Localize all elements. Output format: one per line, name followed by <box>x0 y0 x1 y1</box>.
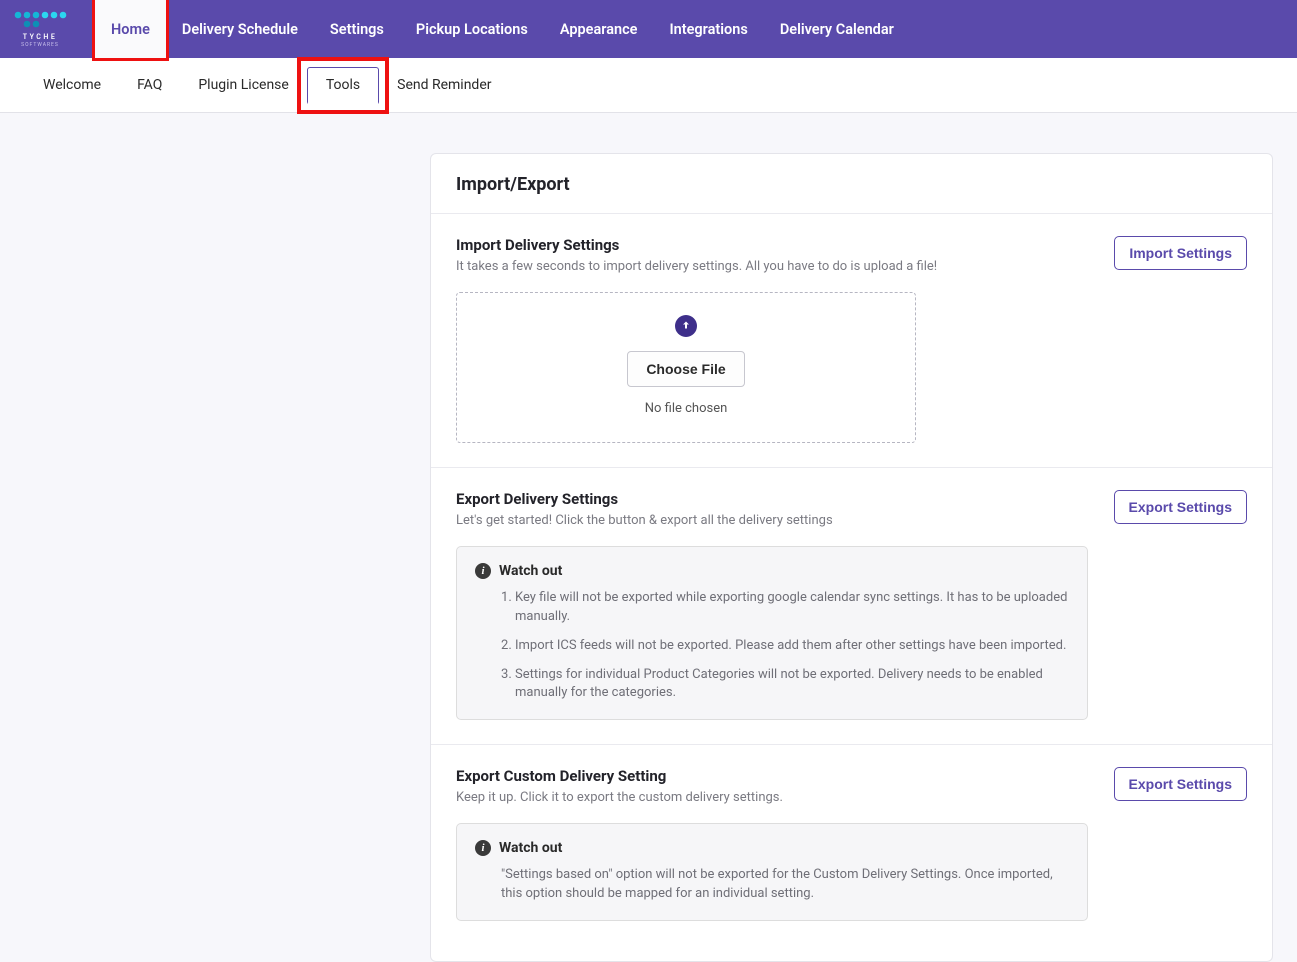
subnav-send-reminder[interactable]: Send Reminder <box>379 68 509 102</box>
info-icon: i <box>475 563 491 579</box>
import-section: Import Delivery Settings It takes a few … <box>431 214 1272 468</box>
export-title: Export Delivery Settings <box>456 490 1094 508</box>
export-warning-box: i Watch out Key file will not be exporte… <box>456 546 1088 720</box>
file-dropzone[interactable]: Choose File No file chosen <box>456 292 916 443</box>
export-custom-warning-box: i Watch out "Settings based on" option w… <box>456 823 1088 921</box>
nav-item-delivery-schedule[interactable]: Delivery Schedule <box>166 0 314 58</box>
brand-logo: TYCHE SOFTWARES <box>13 10 67 48</box>
import-settings-button[interactable]: Import Settings <box>1114 236 1247 270</box>
export-custom-watch-text: "Settings based on" option will not be e… <box>475 866 1069 904</box>
primary-nav-items: Home Delivery Schedule Settings Pickup L… <box>95 0 910 58</box>
export-custom-desc: Keep it up. Click it to export the custo… <box>456 790 1094 805</box>
nav-item-appearance[interactable]: Appearance <box>544 0 654 58</box>
subnav-plugin-license[interactable]: Plugin License <box>180 68 307 102</box>
nav-item-delivery-calendar[interactable]: Delivery Calendar <box>764 0 910 58</box>
brand-name: TYCHE <box>23 33 58 41</box>
nav-item-home[interactable]: Home <box>95 0 166 58</box>
secondary-nav: Welcome FAQ Plugin License Tools Send Re… <box>0 58 1297 113</box>
export-watch-item: Import ICS feeds will not be exported. P… <box>515 637 1069 656</box>
no-file-label: No file chosen <box>645 401 728 416</box>
brand-dots-icon <box>13 10 67 32</box>
export-watch-item: Settings for individual Product Categori… <box>515 666 1069 704</box>
export-watch-title: Watch out <box>499 563 562 579</box>
nav-item-integrations[interactable]: Integrations <box>653 0 763 58</box>
content-area: Import/Export Import Delivery Settings I… <box>0 113 1297 962</box>
export-watch-item: Key file will not be exported while expo… <box>515 589 1069 627</box>
upload-icon <box>675 315 697 337</box>
subnav-tools[interactable]: Tools <box>307 67 379 104</box>
primary-nav: TYCHE SOFTWARES Home Delivery Schedule S… <box>0 0 1297 58</box>
export-custom-settings-button[interactable]: Export Settings <box>1114 767 1247 801</box>
subnav-welcome[interactable]: Welcome <box>25 68 119 102</box>
export-settings-button[interactable]: Export Settings <box>1114 490 1247 524</box>
info-icon: i <box>475 840 491 856</box>
subnav-faq[interactable]: FAQ <box>119 68 180 102</box>
export-custom-title: Export Custom Delivery Setting <box>456 767 1094 785</box>
export-custom-watch-title: Watch out <box>499 840 562 856</box>
export-custom-section: Export Custom Delivery Setting Keep it u… <box>431 745 1272 961</box>
choose-file-button[interactable]: Choose File <box>627 351 744 387</box>
nav-item-pickup-locations[interactable]: Pickup Locations <box>400 0 544 58</box>
import-export-card: Import/Export Import Delivery Settings I… <box>430 153 1273 962</box>
export-section: Export Delivery Settings Let's get start… <box>431 468 1272 745</box>
nav-item-settings[interactable]: Settings <box>314 0 400 58</box>
import-desc: It takes a few seconds to import deliver… <box>456 259 1094 274</box>
import-title: Import Delivery Settings <box>456 236 1094 254</box>
export-desc: Let's get started! Click the button & ex… <box>456 513 1094 528</box>
page-title: Import/Export <box>431 154 1272 214</box>
brand-sub: SOFTWARES <box>21 42 59 48</box>
